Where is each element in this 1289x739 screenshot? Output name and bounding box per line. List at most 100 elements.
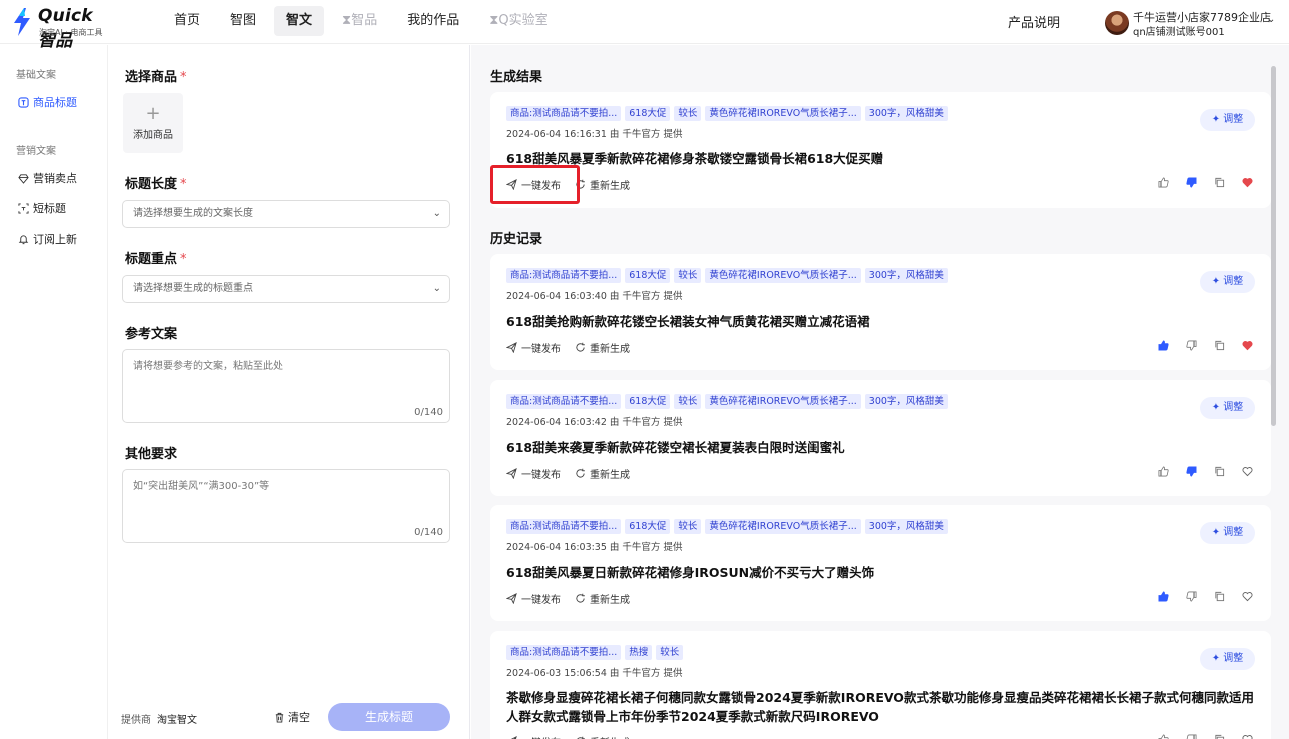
thumbs-up-icon[interactable] [1158,466,1169,477]
nav-smart-text[interactable]: 智文 [274,6,325,36]
result-card: 商品:测试商品请不要拍... 618大促 较长 黄色碎花裙IROREVO气质长裙子..… [490,92,1271,208]
thumbs-down-icon[interactable] [1186,591,1197,602]
tag: 300字，风格甜美 [864,394,948,409]
tag: 618大促 [625,519,671,534]
adjust-button[interactable]: ✦ 调整 [1200,397,1255,419]
heart-icon[interactable] [1242,591,1253,602]
tag: 较长 [674,268,702,283]
highlight-box [490,165,580,204]
scrollbar[interactable] [1271,66,1276,426]
thumbs-down-icon[interactable] [1186,340,1197,351]
tag: 300字，风格甜美 [864,519,948,534]
refresh-icon [576,468,585,478]
copy-icon[interactable] [1214,734,1225,739]
adjust-button[interactable]: ✦ 调整 [1200,648,1255,670]
thumbs-up-icon[interactable] [1158,591,1169,602]
clear-button[interactable]: 清空 [274,709,310,725]
reference-copy-textarea[interactable]: 请将想要参考的文案，粘贴至此处 0/140 [122,349,450,423]
tag-list: 商品:测试商品请不要拍... 618大促 较长 黄色碎花裙IROREVO气质长裙子..… [506,394,948,409]
copy-icon[interactable] [1214,466,1225,477]
add-product-button[interactable]: + 添加商品 [123,93,183,153]
nav-q-lab[interactable]: ⧗Q实验室 [477,6,559,36]
sparkle-icon: ✦ [1211,653,1221,664]
regenerate-button[interactable]: 重新生成 [575,340,630,355]
copy-icon[interactable] [1214,177,1225,188]
sidebar-item-subscribe[interactable]: 订阅上新 [18,229,77,249]
publish-button[interactable]: 一键发布 [506,466,561,481]
copy-icon[interactable] [1214,340,1225,351]
card-meta: 2024-06-03 15:06:54 由 千牛官方 提供 [506,668,683,679]
nav-smart-image[interactable]: 智图 [218,6,268,36]
logo[interactable]: Quick 智品 淘宝AI · 电商工具 [12,6,112,51]
sidebar-item-selling-points[interactable]: 营销卖点 [18,168,77,188]
chevron-down-icon: ⌄ [1267,14,1276,25]
copy-icon[interactable] [1214,591,1225,602]
adjust-button[interactable]: ✦ 调整 [1200,522,1255,544]
result-card: 商品:测试商品请不要拍... 618大促 较长 黄色碎花裙IROREVO气质长裙子..… [490,505,1271,621]
sparkle-icon: ✦ [1211,527,1221,538]
plus-icon: + [145,103,161,124]
results-panel[interactable]: 生成结果 历史记录 商品:测试商品请不要拍... 618大促 较长 黄色碎花裙IROR… [471,45,1289,739]
heart-icon[interactable] [1242,466,1253,477]
thumbs-down-icon[interactable] [1186,734,1197,739]
tag-list: 商品:测试商品请不要拍... 618大促 较长 黄色碎花裙IROREVO气质长裙子..… [506,268,948,283]
nav-smart-product[interactable]: ⧗智品 [330,6,389,36]
sidebar-item-product-title[interactable]: 商品标题 [18,92,77,112]
publish-button[interactable]: 一键发布 [506,734,561,739]
thumbs-up-icon[interactable] [1158,340,1169,351]
regenerate-button[interactable]: 重新生成 [575,466,630,481]
tag: 商品:测试商品请不要拍... [506,106,622,121]
regenerate-button[interactable]: 重新生成 [575,177,630,192]
publish-button[interactable]: 一键发布 [506,340,561,355]
nav-my-works[interactable]: 我的作品 [395,6,471,36]
thumbs-down-icon[interactable] [1186,177,1197,188]
thumbs-up-icon[interactable] [1158,177,1169,188]
chevron-down-icon: ⌄ [432,208,441,219]
result-card: 商品:测试商品请不要拍... 热搜 较长 2024-06-03 15:06:54 由… [490,631,1271,739]
char-counter: 0/140 [414,407,443,418]
heart-icon[interactable] [1242,734,1253,739]
regenerate-button[interactable]: 重新生成 [575,591,630,606]
tag: 商品:测试商品请不要拍... [506,394,622,409]
publish-button[interactable]: 一键发布 [506,591,561,606]
thumbs-down-icon[interactable] [1186,466,1197,477]
tag: 618大促 [625,268,671,283]
card-meta: 2024-06-04 16:03:35 由 千牛官方 提供 [506,542,683,553]
sidebar-item-short-title[interactable]: 短标题 [18,198,66,218]
nav-home[interactable]: 首页 [162,6,212,36]
sidebar-item-label: 商品标题 [33,96,77,109]
short-title-icon [18,202,29,214]
generated-title-text: 618甜美风暴夏日新款碎花裙修身IROSUN减价不买亏大了赠头饰 [506,565,875,580]
tag: 较长 [674,519,702,534]
refresh-icon [576,342,585,352]
tag: 300字，风格甜美 [864,268,948,283]
generate-title-button[interactable]: 生成标题 [328,703,450,731]
refresh-icon [576,593,585,603]
bell-icon [18,234,29,244]
tag: 黄色碎花裙IROREVO气质长裙子... [705,268,861,283]
tag-list: 商品:测试商品请不要拍... 热搜 较长 [506,645,684,660]
send-icon [506,342,517,353]
main-nav: 首页 智图 智文 ⧗智品 我的作品 ⧗Q实验室 [162,6,566,36]
title-focus-select[interactable]: 请选择想要生成的标题重点 ⌄ [122,275,450,303]
thumbs-up-icon[interactable] [1158,734,1169,739]
card-actions: 一键发布 重新生成 [506,591,630,606]
title-length-select[interactable]: 请选择想要生成的文案长度 ⌄ [122,200,450,228]
regenerate-button[interactable]: 重新生成 [575,734,630,739]
tag: 618大促 [625,106,671,121]
title-focus-label: 标题重点 * [125,252,187,267]
reference-copy-label: 参考文案 [125,327,178,342]
text-box-icon [18,96,29,108]
user-menu[interactable]: 千牛运营小店家7789企业店 qn店铺测试账号001 ⌄ [1105,9,1285,38]
other-requirements-textarea[interactable]: 如“突出甜美风”“满300-30”等 0/140 [122,469,450,543]
sidebar-item-label: 订阅上新 [33,233,77,246]
sidebar-group-marketing: 营销文案 [16,146,56,157]
adjust-button[interactable]: ✦ 调整 [1200,109,1255,131]
generated-title-text: 618甜美抢购新款碎花镂空长裙装女神气质黄花裙买赠立减花语裙 [506,314,870,329]
adjust-button[interactable]: ✦ 调整 [1200,271,1255,293]
product-description-link[interactable]: 产品说明 [1008,12,1060,31]
heart-icon[interactable] [1242,177,1253,188]
card-meta: 2024-06-04 16:03:42 由 千牛官方 提供 [506,417,683,428]
heart-icon[interactable] [1242,340,1253,351]
other-requirements-label: 其他要求 [125,447,178,462]
